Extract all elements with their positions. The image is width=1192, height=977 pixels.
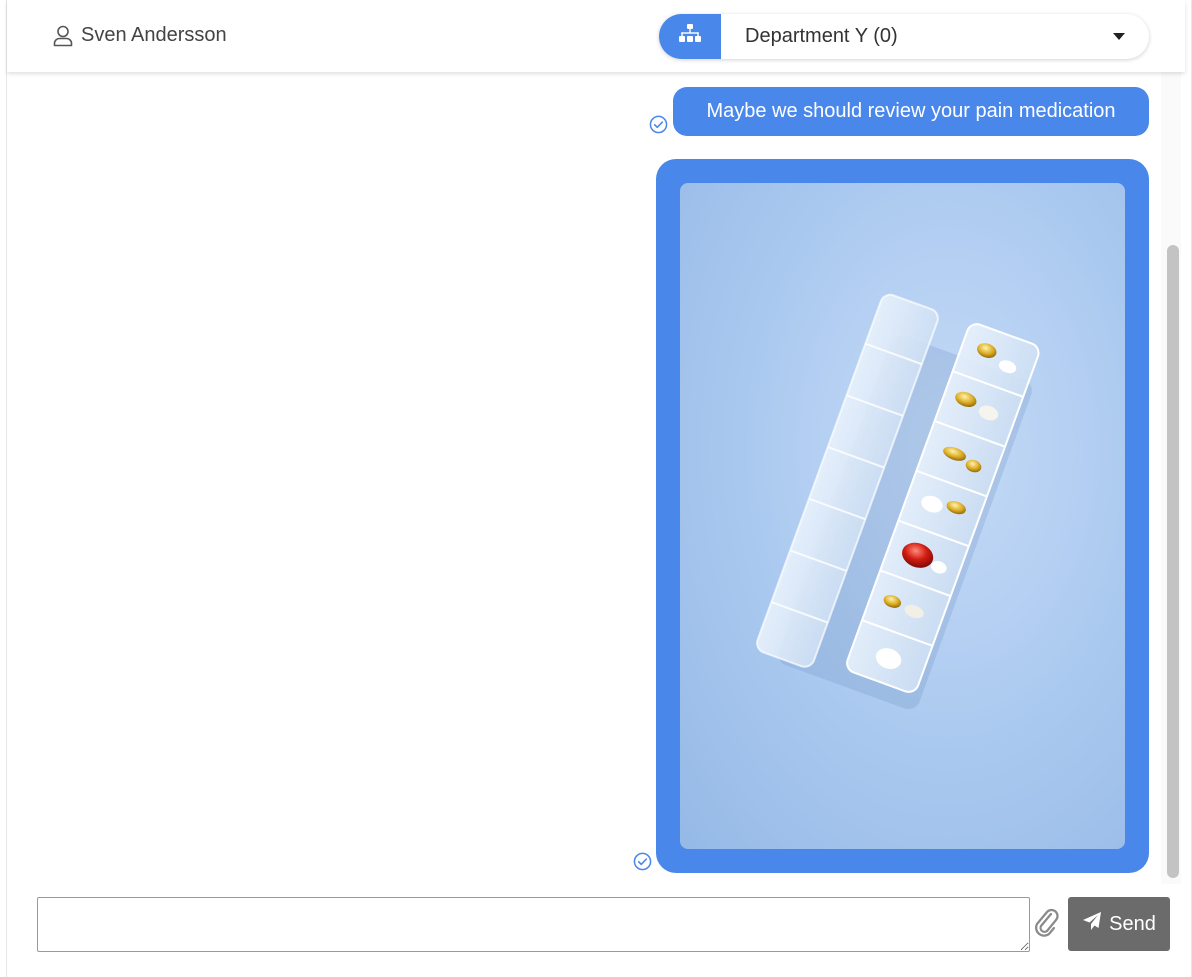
check-circle-icon (649, 115, 668, 134)
paper-plane-icon (1082, 911, 1102, 937)
check-circle-icon (633, 852, 652, 871)
send-label: Send (1109, 912, 1156, 935)
department-selector[interactable]: Department Y (0) (659, 14, 1149, 59)
user-outline-icon (53, 25, 73, 47)
chevron-down-icon[interactable] (1113, 33, 1125, 40)
send-button[interactable]: Send (1068, 897, 1170, 951)
scrollbar-thumb[interactable] (1167, 245, 1179, 878)
org-chart-icon (678, 24, 702, 49)
contact-name-area: Sven Andersson (53, 24, 227, 47)
department-label: Department Y (0) (745, 25, 898, 47)
message-text: Maybe we should review your pain medicat… (706, 100, 1116, 122)
chat-header: Sven Andersson Department Y (0) (7, 0, 1185, 72)
message-bubble-text: Maybe we should review your pain medicat… (673, 87, 1149, 136)
message-input[interactable] (37, 897, 1030, 952)
contact-name: Sven Andersson (81, 24, 227, 46)
message-image[interactable] (680, 183, 1125, 849)
paperclip-icon[interactable] (1034, 908, 1060, 943)
department-icon-badge (659, 14, 721, 59)
